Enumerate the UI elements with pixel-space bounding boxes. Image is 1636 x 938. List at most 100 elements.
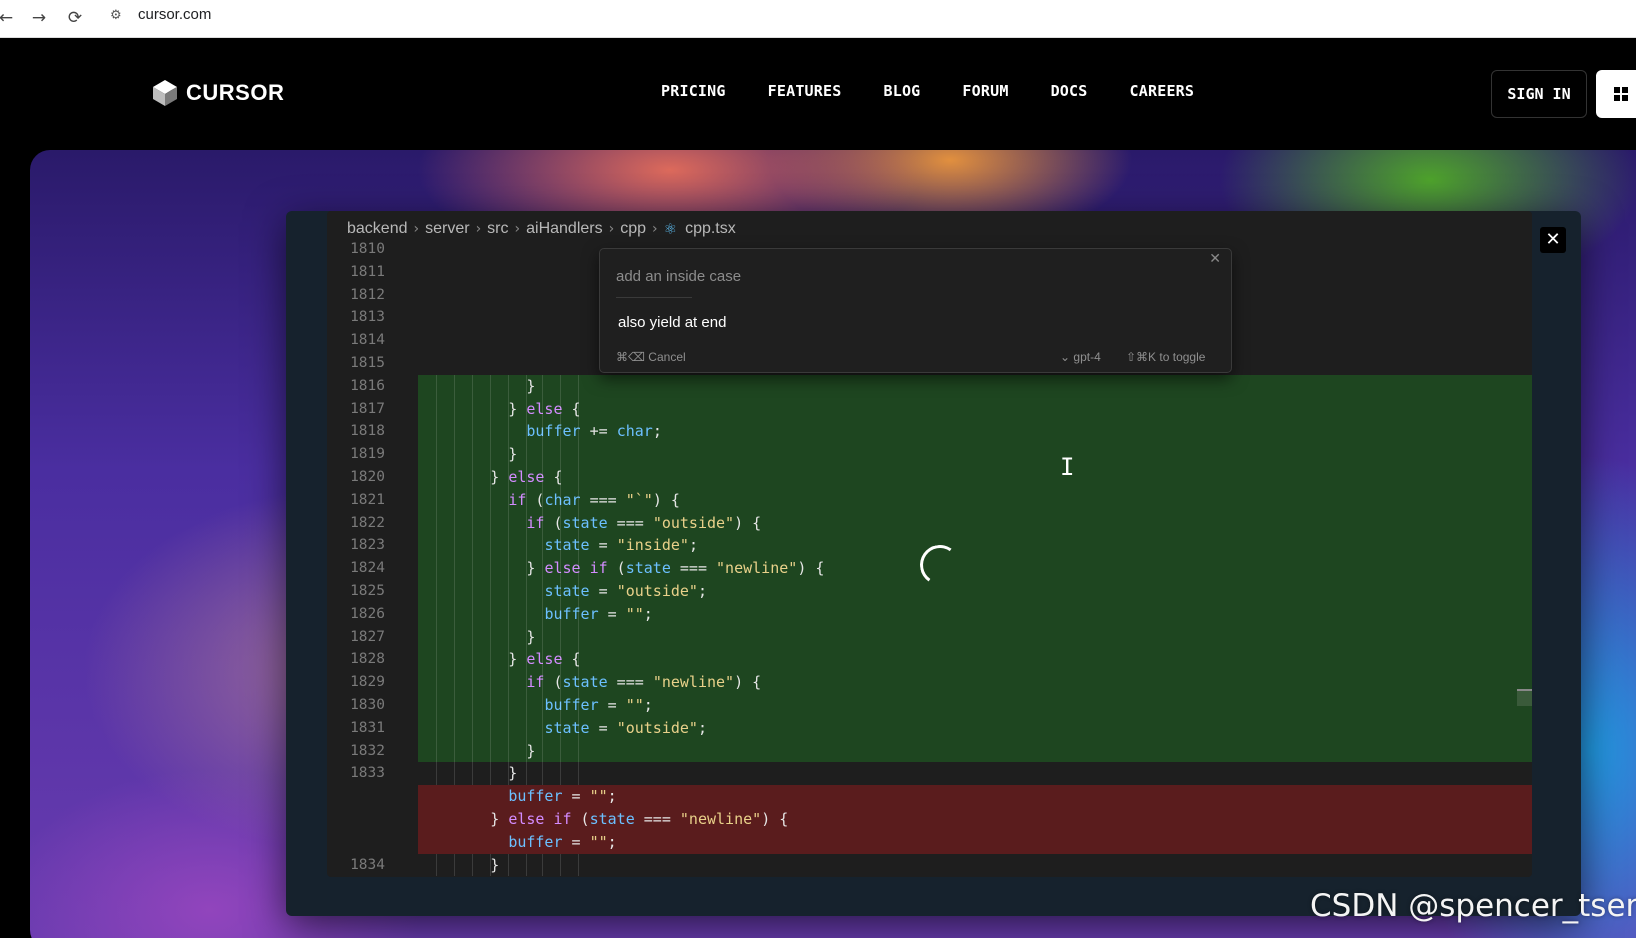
code-text: buffer += char; [418,420,1532,444]
line-number: 1828 [350,651,385,668]
added-code-line[interactable]: 1819 } [327,443,1532,466]
line-number: 1812 [350,286,385,303]
line-number: 1817 [350,400,385,417]
line-number: 1834 [350,856,385,873]
added-code-line[interactable]: 1826 buffer = ""; [327,602,1532,626]
nav-features[interactable]: FEATURES [768,82,842,100]
code-text: buffer = ""; [418,785,1532,808]
chevron-right-icon: › [608,221,615,237]
inline-prompt-popup: ✕ add an inside case also yield at end ⌘… [599,248,1232,373]
code-text: } [418,739,1532,763]
prompt-divider [616,297,692,298]
code-text: } else { [418,397,1532,421]
code-text: } else { [418,648,1532,672]
line-number: 1814 [350,332,385,349]
line-number: 1821 [350,491,385,508]
removed-code-line[interactable]: buffer = ""; [327,785,1532,808]
code-line[interactable]: 1833 } [327,762,1532,786]
reload-icon[interactable]: ⟳ [63,6,87,30]
toggle-hint: ⇧⌘K to toggle [1126,350,1206,364]
code-text: state = "outside"; [418,580,1532,603]
line-number: 1813 [350,309,385,326]
added-code-line[interactable]: 1827 } [327,625,1532,649]
line-number: 1815 [350,355,385,371]
line-number: 1827 [350,628,385,645]
code-editor: backend › server › src › aiHandlers › cp… [327,211,1532,877]
cancel-button[interactable]: ⌘⌫ Cancel [616,350,686,364]
previous-prompt: add an inside case [616,268,742,285]
code-text: } [418,443,1532,466]
sign-in-button[interactable]: SIGN IN [1491,70,1587,118]
forward-icon[interactable]: → [27,6,51,30]
code-text: } [418,762,1532,786]
browser-toolbar: ← → ⟳ ⚙ cursor.com [0,0,1636,38]
line-number: 1818 [350,423,385,440]
code-text: buffer = ""; [418,694,1532,717]
breadcrumb-file[interactable]: cpp.tsx [685,220,736,238]
download-button[interactable] [1596,70,1636,118]
breadcrumb-cpp[interactable]: cpp [620,220,646,238]
address-bar-url[interactable]: cursor.com [138,5,211,25]
added-code-line[interactable]: 1828 } else { [327,648,1532,672]
code-text: } [418,374,1532,398]
added-code-line[interactable]: 1831 state = "outside"; [327,716,1532,740]
breadcrumb-server[interactable]: server [425,220,469,238]
chevron-right-icon: › [652,221,658,237]
code-text: if (state === "outside") { [418,511,1532,535]
code-text: } [418,625,1532,649]
nav-docs[interactable]: DOCS [1051,82,1088,100]
chevron-right-icon: › [413,221,420,237]
code-text: buffer = ""; [418,830,1532,854]
added-code-line[interactable]: 1830 buffer = ""; [327,694,1532,717]
line-number: 1825 [350,583,385,599]
line-number: 1822 [350,514,385,531]
close-demo-button[interactable]: ✕ [1540,227,1566,253]
cursor-cube-icon [153,80,177,106]
added-code-line[interactable]: 1821 if (char === "`") { [327,488,1532,512]
code-text: state = "outside"; [418,716,1532,740]
line-number: 1833 [350,765,385,782]
back-icon[interactable]: ← [0,6,18,30]
nav-forum[interactable]: FORUM [962,82,1008,100]
close-icon[interactable]: ✕ [1209,251,1221,267]
line-number: 1831 [350,719,385,736]
breadcrumb-backend[interactable]: backend [347,220,408,238]
line-number: 1826 [350,605,385,622]
added-code-line[interactable]: 1818 buffer += char; [327,420,1532,444]
removed-code-line[interactable]: buffer = ""; [327,830,1532,854]
nav-careers[interactable]: CAREERS [1130,82,1195,100]
breadcrumb: backend › server › src › aiHandlers › cp… [347,219,736,239]
line-number: 1811 [350,263,385,280]
model-selector[interactable]: ⌄ gpt-4 [1060,350,1101,364]
logo-text: CURSOR [186,80,285,105]
added-code-line[interactable]: 1820 } else { [327,466,1532,489]
added-code-line[interactable]: 1832 } [327,739,1532,763]
code-text: } else { [418,466,1532,489]
added-code-line[interactable]: 1825 state = "outside"; [327,580,1532,603]
breadcrumb-aihandlers[interactable]: aiHandlers [526,220,602,238]
line-number: 1832 [350,742,385,759]
line-number: 1810 [350,241,385,257]
line-number: 1824 [350,560,385,577]
windows-icon [1614,87,1628,101]
code-text: buffer = ""; [418,602,1532,626]
code-text: } [418,853,1532,877]
code-text: } else if (state === "newline") { [418,557,1532,580]
added-code-line[interactable]: 1822 if (state === "outside") { [327,511,1532,535]
added-code-line[interactable]: 1817 } else { [327,397,1532,421]
prompt-input[interactable]: also yield at end [618,314,726,331]
logo[interactable]: CURSOR [152,78,284,108]
code-text: } else if (state === "newline") { [418,808,1532,831]
chevron-right-icon: › [514,221,521,237]
removed-code-line[interactable]: } else if (state === "newline") { [327,808,1532,831]
added-code-line[interactable]: 1816 } [327,374,1532,398]
nav-pricing[interactable]: PRICING [661,82,726,100]
added-code-line[interactable]: 1829 if (state === "newline") { [327,671,1532,694]
minimap-marker[interactable] [1517,689,1532,706]
code-text: state = "inside"; [418,534,1532,558]
code-line[interactable]: 1834 } [327,853,1532,877]
site-settings-icon[interactable]: ⚙ [110,6,128,26]
nav-blog[interactable]: BLOG [883,82,920,100]
top-nav: PRICING FEATURES BLOG FORUM DOCS CAREERS [661,82,1236,100]
breadcrumb-src[interactable]: src [487,220,508,238]
